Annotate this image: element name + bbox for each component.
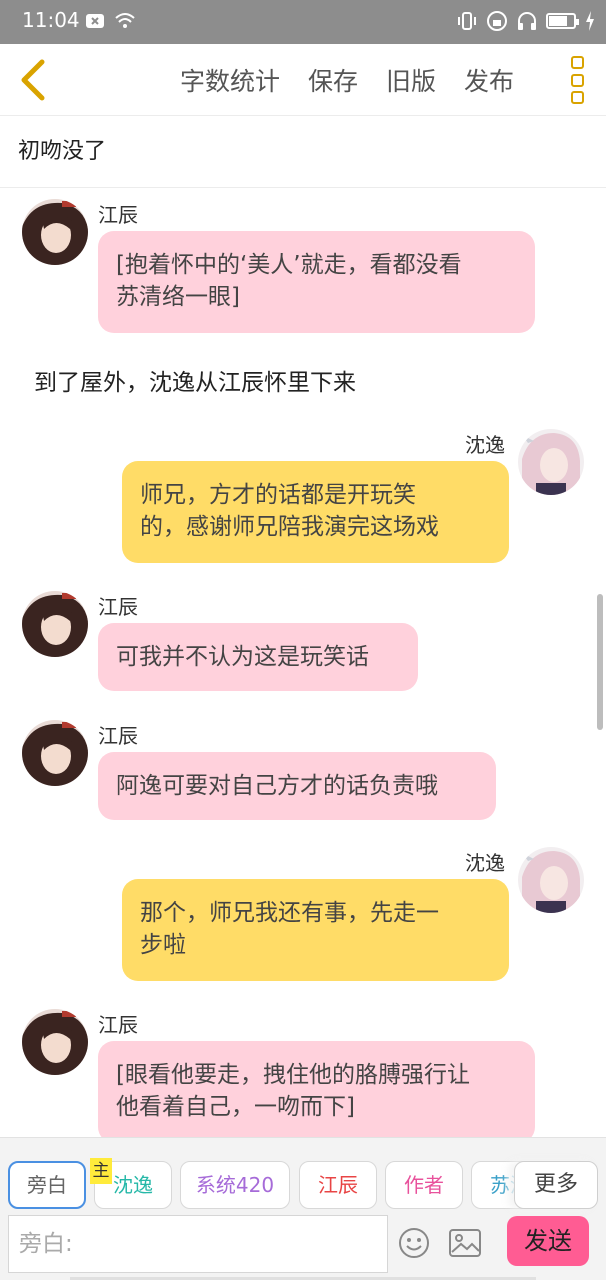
speaker-name: 沈逸 [465, 433, 505, 457]
save-button[interactable]: 保存 [308, 62, 358, 98]
message-bubble[interactable]: [眼看他要走，拽住他的胳膊强行让 他看着自己，一吻而下] [98, 1041, 535, 1137]
vibrate-icon [458, 12, 476, 30]
wifi-icon [115, 13, 135, 28]
narration-text[interactable]: 到了屋外，沈逸从江辰怀里下来 [34, 363, 356, 397]
role-tab-system420[interactable]: 系统420 [180, 1161, 290, 1209]
story-title[interactable]: 初吻没了 [0, 116, 606, 188]
avatar-jiangchen[interactable] [22, 199, 88, 265]
message-bubble[interactable]: 阿逸可要对自己方才的话负责哦 [98, 752, 496, 820]
chevron-left-icon[interactable] [12, 56, 56, 104]
headphone-icon [518, 12, 536, 30]
old-version-button[interactable]: 旧版 [386, 62, 436, 98]
send-button[interactable]: 发送 [507, 1216, 589, 1266]
chat-scrollbar[interactable] [597, 594, 603, 730]
avatar-jiangchen[interactable] [22, 720, 88, 786]
chat-area[interactable]: 江辰 [抱着怀中的‘美人’就走，看都没看 苏清络一眼] 到了屋外，沈逸从江辰怀里… [0, 189, 606, 1137]
message-bubble[interactable]: 可我并不认为这是玩笑话 [98, 623, 418, 691]
top-toolbar: 字数统计 保存 旧版 发布 [0, 44, 606, 116]
vertical-dots-icon[interactable] [566, 56, 588, 104]
role-tab-jiangchen[interactable]: 江辰 [299, 1161, 377, 1209]
word-count-button[interactable]: 字数统计 [180, 62, 280, 98]
avatar-jiangchen[interactable] [22, 1009, 88, 1075]
emoji-icon[interactable] [398, 1227, 430, 1259]
speaker-name: 江辰 [98, 203, 138, 227]
speaker-name: 江辰 [98, 1013, 138, 1037]
speaker-name: 沈逸 [465, 851, 505, 875]
status-time: 11:04 [22, 8, 80, 32]
avatar-jiangchen[interactable] [22, 591, 88, 657]
avatar-shenyi[interactable] [518, 429, 584, 495]
publish-button[interactable]: 发布 [464, 62, 514, 98]
battery-icon [546, 13, 579, 29]
charging-icon [586, 11, 594, 31]
message-bubble[interactable]: 那个，师兄我还有事，先走一 步啦 [122, 879, 509, 981]
message-bubble[interactable]: 师兄，方才的话都是开玩笑 的，感谢师兄陪我演完这场戏 [122, 461, 509, 563]
lock-rotation-icon [487, 11, 507, 31]
avatar-shenyi[interactable] [518, 847, 584, 913]
message-input[interactable]: 旁白: [8, 1215, 388, 1273]
composer-panel: 旁白 沈逸 系统420 江辰 作者 苏清 主 更多 旁白: 发送 [0, 1137, 606, 1280]
image-icon[interactable] [448, 1227, 482, 1259]
status-bar: 11:04 [0, 0, 606, 44]
message-bubble[interactable]: [抱着怀中的‘美人’就走，看都没看 苏清络一眼] [98, 231, 535, 333]
close-box-icon [86, 14, 104, 28]
role-tab-author[interactable]: 作者 [385, 1161, 463, 1209]
more-roles-button[interactable]: 更多 [514, 1161, 598, 1209]
main-role-badge: 主 [90, 1158, 112, 1184]
speaker-name: 江辰 [98, 595, 138, 619]
speaker-name: 江辰 [98, 724, 138, 748]
role-tab-narrator[interactable]: 旁白 [8, 1161, 86, 1209]
